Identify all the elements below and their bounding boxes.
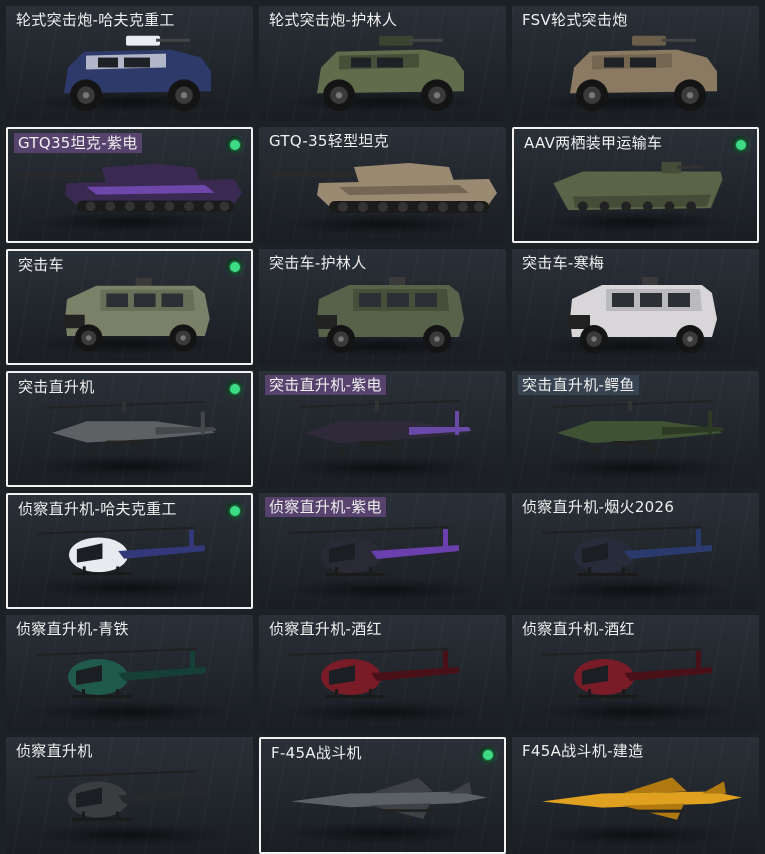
vehicle-card[interactable]: 突击车 (6, 249, 253, 365)
vehicle-card[interactable]: GTQ35坦克-紫电 (6, 127, 253, 243)
vehicle-name: 侦察直升机-酒红 (269, 620, 382, 638)
equipped-indicator-icon (226, 136, 243, 153)
vehicle-name: 轮式突击炮-哈夫克重工 (16, 11, 175, 29)
vehicle-card[interactable]: 突击车-护林人 (259, 249, 506, 365)
vehicle-card[interactable]: 侦察直升机 (6, 737, 253, 854)
vehicle-name: 轮式突击炮-护林人 (269, 11, 398, 29)
equipped-indicator-icon (226, 258, 243, 275)
vehicle-name: AAV两栖装甲运输车 (524, 134, 663, 152)
vehicle-card[interactable]: 侦察直升机-青铁 (6, 615, 253, 731)
vehicle-card[interactable]: 突击直升机 (6, 371, 253, 487)
vehicle-card[interactable]: 侦察直升机-哈夫克重工 (6, 493, 253, 609)
vehicle-card[interactable]: 轮式突击炮-护林人 (259, 6, 506, 121)
vehicle-card[interactable]: 侦察直升机-酒红 (259, 615, 506, 731)
vehicle-card[interactable]: 轮式突击炮-哈夫克重工 (6, 6, 253, 121)
equipped-indicator-icon (226, 502, 243, 519)
vehicle-name: 侦察直升机-青铁 (16, 620, 129, 638)
vehicle-card[interactable]: 侦察直升机-紫电 (259, 493, 506, 609)
vehicle-card[interactable]: F-45A战斗机 (259, 737, 506, 854)
vehicle-card[interactable]: 侦察直升机-酒红 (512, 615, 759, 731)
vehicle-name: 突击车-护林人 (269, 254, 367, 272)
vehicle-name: 侦察直升机-紫电 (265, 497, 386, 517)
equipped-indicator-icon (732, 136, 749, 153)
vehicle-name: 侦察直升机-哈夫克重工 (18, 500, 177, 518)
vehicle-name: FSV轮式突击炮 (522, 11, 628, 29)
vehicle-card[interactable]: F45A战斗机-建造 (512, 737, 759, 854)
vehicle-card[interactable]: 侦察直升机-烟火2026 (512, 493, 759, 609)
vehicle-card[interactable]: 突击直升机-紫电 (259, 371, 506, 487)
vehicle-name: F45A战斗机-建造 (522, 742, 644, 760)
vehicle-name: 突击车-寒梅 (522, 254, 605, 272)
vehicle-name: 侦察直升机-烟火2026 (522, 498, 675, 516)
vehicle-name: GTQ35坦克-紫电 (14, 133, 142, 153)
equipped-indicator-icon (226, 380, 243, 397)
vehicle-name: 侦察直升机-酒红 (522, 620, 635, 638)
vehicle-skin-grid: 轮式突击炮-哈夫克重工 轮式突击炮-护林人 FSV轮式突击炮 GTQ35坦克-紫… (0, 0, 765, 854)
vehicle-card[interactable]: 突击直升机-鳄鱼 (512, 371, 759, 487)
vehicle-name: GTQ-35轻型坦克 (269, 132, 389, 150)
equipped-indicator-icon (479, 746, 496, 763)
vehicle-name: 侦察直升机 (16, 742, 93, 760)
vehicle-name: 突击直升机-鳄鱼 (518, 375, 639, 395)
vehicle-card[interactable]: 突击车-寒梅 (512, 249, 759, 365)
vehicle-name: F-45A战斗机 (271, 744, 362, 762)
vehicle-name: 突击直升机 (18, 378, 95, 396)
vehicle-card[interactable]: GTQ-35轻型坦克 (259, 127, 506, 243)
vehicle-card[interactable]: FSV轮式突击炮 (512, 6, 759, 121)
vehicle-name: 突击车 (18, 256, 64, 274)
vehicle-card[interactable]: AAV两栖装甲运输车 (512, 127, 759, 243)
vehicle-name: 突击直升机-紫电 (265, 375, 386, 395)
